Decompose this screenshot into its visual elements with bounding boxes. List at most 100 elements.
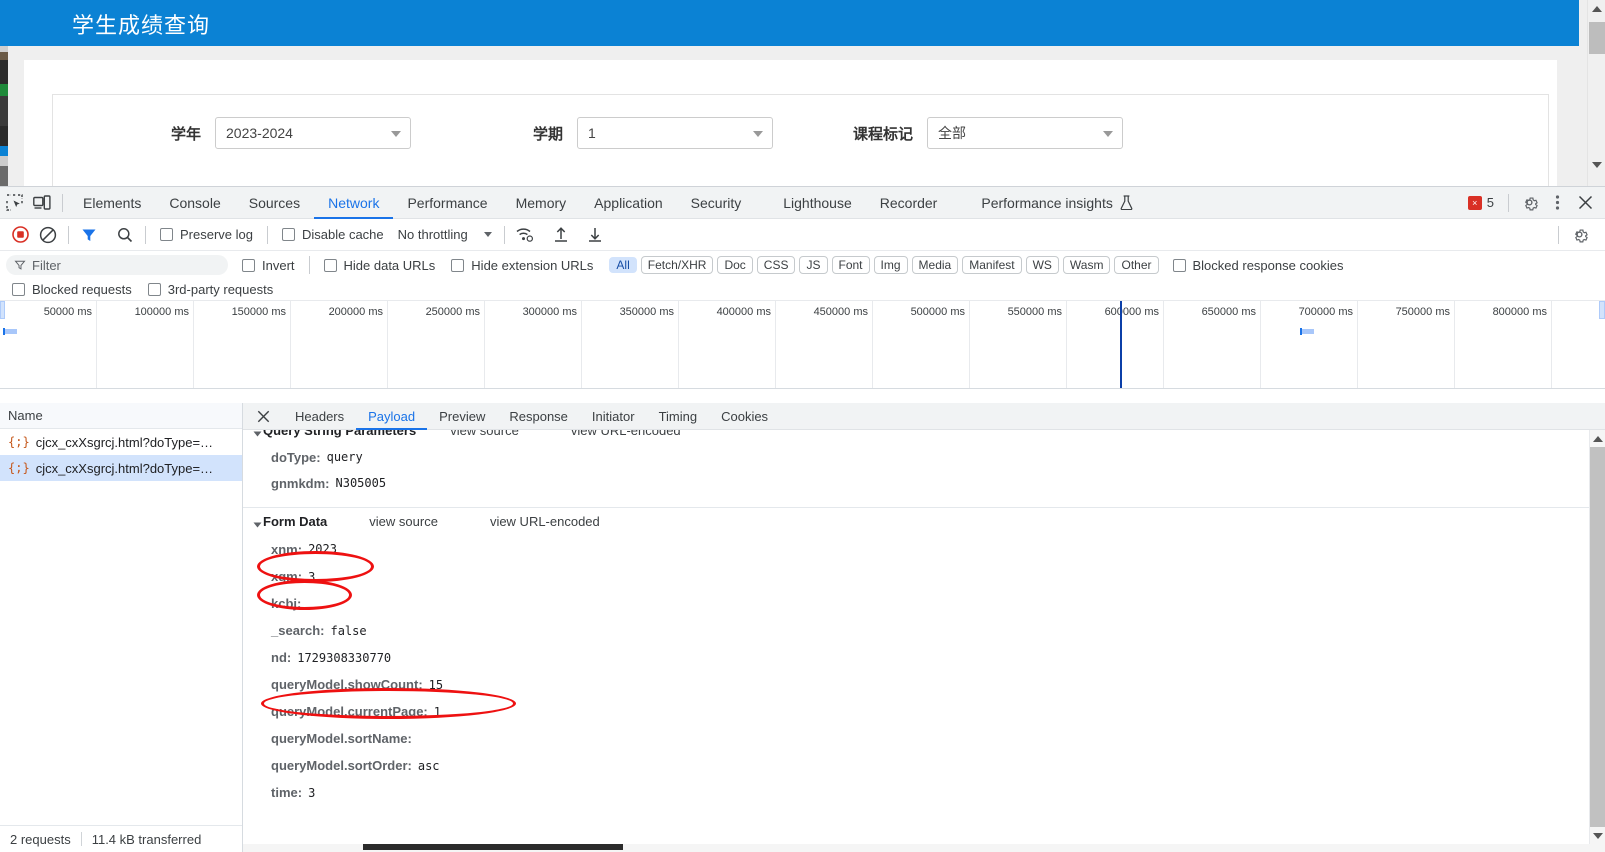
more-vertical-icon[interactable] — [1543, 189, 1571, 217]
network-timeline-overview[interactable]: 50000 ms 100000 ms 150000 ms 200000 ms 2… — [0, 301, 1605, 389]
payload-key: queryModel.currentPage: — [271, 704, 428, 719]
payload-key: xqm: — [271, 569, 303, 584]
timeline-tick: 450000 ms — [776, 301, 873, 388]
detail-tab-payload[interactable]: Payload — [356, 403, 427, 430]
table-row[interactable]: {;} cjcx_cxXsgrcj.html?doType=… — [0, 429, 242, 455]
request-list-header[interactable]: Name — [0, 403, 242, 429]
chip-wasm[interactable]: Wasm — [1062, 256, 1111, 274]
tab-lighthouse[interactable]: Lighthouse — [769, 187, 866, 219]
select-xuenian[interactable]: 2023-2024 — [215, 117, 412, 149]
tab-performance[interactable]: Performance — [393, 187, 501, 219]
network-conditions-icon[interactable] — [511, 221, 539, 249]
filter-input[interactable]: Filter — [6, 255, 228, 275]
disable-cache-checkbox[interactable]: Disable cache — [274, 227, 392, 242]
detail-tab-cookies[interactable]: Cookies — [709, 403, 780, 430]
export-har-icon[interactable] — [581, 221, 609, 249]
scrollbar-thumb[interactable] — [1589, 22, 1605, 54]
clear-icon[interactable] — [34, 221, 62, 249]
close-icon[interactable] — [249, 403, 277, 430]
query-string-section-header[interactable]: Query String Parameters view source view… — [243, 430, 1589, 444]
chip-img[interactable]: Img — [873, 256, 908, 274]
chip-fetch-xhr[interactable]: Fetch/XHR — [640, 256, 714, 274]
tab-recorder[interactable]: Recorder — [866, 187, 952, 219]
scrollbar-thumb[interactable] — [363, 844, 623, 850]
throttling-dropdown[interactable]: No throttling — [392, 227, 498, 242]
scroll-up-arrow-icon[interactable] — [1590, 430, 1605, 447]
transferred-size: 11.4 kB transferred — [91, 831, 202, 847]
hide-data-urls-checkbox[interactable]: Hide data URLs — [316, 258, 444, 273]
timeline-tick: 600000 ms — [1067, 301, 1164, 388]
detail-tab-response[interactable]: Response — [497, 403, 580, 430]
timeline-request-bar — [3, 328, 17, 335]
page-vertical-scrollbar[interactable] — [1587, 0, 1605, 186]
blocked-requests-checkbox[interactable]: Blocked requests — [6, 282, 140, 297]
chip-manifest[interactable]: Manifest — [962, 256, 1022, 274]
invert-checkbox[interactable]: Invert — [228, 258, 303, 273]
scroll-down-arrow-icon[interactable] — [1590, 827, 1605, 844]
import-har-icon[interactable] — [547, 221, 575, 249]
hide-extension-urls-checkbox[interactable]: Hide extension URLs — [443, 258, 601, 273]
tab-performance-insights-label: Performance insights — [981, 194, 1113, 211]
checkbox-box — [451, 258, 465, 272]
detail-tab-timing[interactable]: Timing — [647, 403, 710, 430]
timeline-tick: 100000 ms — [97, 301, 194, 388]
payload-key: kcbj: — [271, 596, 302, 611]
tab-security[interactable]: Security — [677, 187, 756, 219]
chip-media[interactable]: Media — [911, 256, 959, 274]
tab-memory[interactable]: Memory — [502, 187, 581, 219]
toolbar-divider — [308, 256, 310, 274]
scroll-down-arrow-icon[interactable] — [1588, 156, 1605, 174]
table-row[interactable]: {;} cjcx_cxXsgrcj.html?doType=… — [0, 455, 242, 481]
chip-js[interactable]: JS — [799, 256, 828, 274]
tab-sources[interactable]: Sources — [235, 187, 314, 219]
device-toolbar-icon[interactable] — [28, 189, 56, 217]
tab-elements[interactable]: Elements — [69, 187, 155, 219]
chevron-down-icon — [1103, 131, 1114, 137]
filter-icon[interactable] — [75, 221, 103, 249]
chip-doc[interactable]: Doc — [717, 256, 753, 274]
timeline-tick: 200000 ms — [291, 301, 388, 388]
detail-tab-headers[interactable]: Headers — [283, 403, 356, 430]
preserve-log-checkbox[interactable]: Preserve log — [152, 227, 261, 242]
scrollbar-thumb[interactable] — [1590, 447, 1605, 827]
inspect-element-icon[interactable] — [0, 189, 28, 217]
query-string-view-url-encoded[interactable]: view URL-encoded — [571, 430, 681, 438]
tab-console[interactable]: Console — [155, 187, 234, 219]
payload-key: nd: — [271, 650, 292, 665]
detail-tab-preview[interactable]: Preview — [427, 403, 497, 430]
third-party-requests-checkbox[interactable]: 3rd-party requests — [140, 282, 282, 297]
chip-all[interactable]: All — [609, 257, 637, 273]
form-data-section-header[interactable]: Form Data view source view URL-encoded — [243, 514, 1589, 535]
chip-css[interactable]: CSS — [756, 256, 796, 274]
form-data-view-url-encoded[interactable]: view URL-encoded — [490, 514, 600, 529]
detail-tab-initiator[interactable]: Initiator — [580, 403, 647, 430]
detail-horizontal-scrollbar[interactable] — [243, 844, 1605, 852]
filter-placeholder: Filter — [32, 257, 61, 273]
chip-font[interactable]: Font — [831, 256, 870, 274]
payload-value: 2023 — [308, 542, 337, 556]
chip-other[interactable]: Other — [1114, 256, 1159, 274]
timeline-right-handle[interactable] — [1599, 301, 1605, 319]
payload-key: queryModel.showCount: — [271, 677, 423, 692]
query-string-view-source[interactable]: view source — [450, 430, 519, 438]
gear-icon[interactable] — [1515, 189, 1543, 217]
tab-network[interactable]: Network — [314, 187, 393, 219]
close-icon[interactable] — [1571, 189, 1599, 217]
scroll-up-arrow-icon[interactable] — [1588, 0, 1605, 18]
network-filter-bar: Filter Invert Hide data URLs Hide extens… — [0, 251, 1605, 279]
detail-vertical-scrollbar[interactable] — [1589, 430, 1605, 844]
payload-value: query — [326, 450, 363, 464]
gear-icon[interactable] — [1565, 221, 1593, 249]
select-kechengbiaoji[interactable]: 全部 — [927, 117, 1124, 149]
blocked-response-cookies-checkbox[interactable]: Blocked response cookies — [1159, 258, 1352, 273]
timeline-tick: 300000 ms — [485, 301, 582, 388]
form-data-view-source[interactable]: view source — [369, 514, 438, 529]
record-stop-icon[interactable] — [6, 221, 34, 249]
filter-icon — [14, 259, 26, 271]
chip-ws[interactable]: WS — [1025, 256, 1059, 274]
search-icon[interactable] — [111, 221, 139, 249]
tab-application[interactable]: Application — [580, 187, 677, 219]
error-badge[interactable]: × 5 — [1460, 195, 1502, 210]
tab-performance-insights[interactable]: Performance insights — [967, 187, 1147, 219]
select-xueqi[interactable]: 1 — [577, 117, 774, 149]
